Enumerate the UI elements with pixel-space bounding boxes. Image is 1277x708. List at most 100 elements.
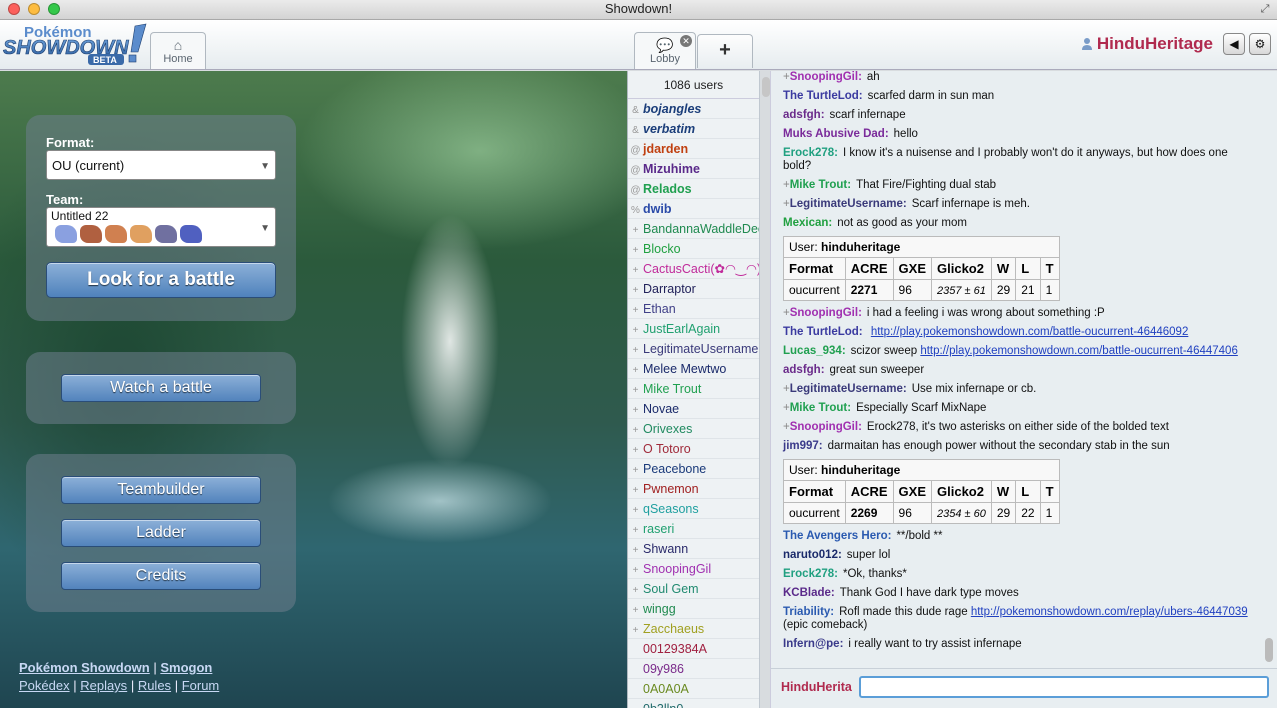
forum-link[interactable]: Forum bbox=[182, 678, 220, 693]
zoom-window-button[interactable] bbox=[48, 3, 60, 15]
user-name: Mike Trout bbox=[643, 382, 702, 396]
user-list-item[interactable]: + JustEarlAgain bbox=[628, 319, 759, 339]
user-list-item[interactable]: + Pwnemon bbox=[628, 479, 759, 499]
user-name: Relados bbox=[643, 182, 692, 196]
chat-user-name[interactable]: adsfgh: bbox=[783, 364, 825, 376]
format-value: OU (current) bbox=[52, 158, 125, 173]
user-list-item[interactable]: + Shwann bbox=[628, 539, 759, 559]
user-list-item[interactable]: + Melee Mewtwo bbox=[628, 359, 759, 379]
user-list-item[interactable]: + Blocko bbox=[628, 239, 759, 259]
user-list-item[interactable]: + Orivexes bbox=[628, 419, 759, 439]
user-list-item[interactable]: + Ethan bbox=[628, 299, 759, 319]
close-window-button[interactable] bbox=[8, 3, 20, 15]
showdown-logo[interactable]: Pokémon SHOWDOWN BETA bbox=[2, 22, 148, 66]
user-rank: + bbox=[632, 465, 639, 476]
new-tab-button[interactable]: + bbox=[697, 34, 753, 68]
user-list-item[interactable]: + Zacchaeus bbox=[628, 619, 759, 639]
fullscreen-icon[interactable]: ⤢ bbox=[1259, 3, 1271, 15]
chat-scrollbar[interactable] bbox=[1265, 638, 1273, 662]
tab-home[interactable]: ⌂ Home bbox=[150, 32, 206, 69]
username-button[interactable]: HinduHeritage bbox=[1097, 34, 1213, 54]
user-list-item[interactable]: + Mike Trout bbox=[628, 379, 759, 399]
pokemon-showdown-link[interactable]: Pokémon Showdown bbox=[19, 660, 150, 675]
user-name: Peacebone bbox=[643, 462, 707, 476]
chat-link[interactable]: http://play.pokemonshowdown.com/battle-o… bbox=[920, 345, 1238, 357]
sound-button[interactable]: ◀ bbox=[1223, 33, 1245, 55]
user-list-item[interactable]: 0b3lln0 bbox=[628, 699, 759, 708]
userlist-scrollbar[interactable] bbox=[762, 77, 770, 97]
format-select[interactable]: OU (current) ▼ bbox=[46, 150, 276, 180]
chat-user-name[interactable]: naruto012: bbox=[783, 549, 842, 561]
chat-user-name[interactable]: LegitimateUsername: bbox=[790, 198, 907, 210]
user-list-item[interactable]: & bojangles bbox=[628, 99, 759, 119]
user-list-item[interactable]: + raseri bbox=[628, 519, 759, 539]
smogon-link[interactable]: Smogon bbox=[160, 660, 212, 675]
user-list-item[interactable]: + Novae bbox=[628, 399, 759, 419]
user-list-item[interactable]: @ Relados bbox=[628, 179, 759, 199]
rating-cell-value: oucurrent bbox=[789, 506, 840, 520]
user-list-item[interactable]: @ Mizuhime bbox=[628, 159, 759, 179]
chat-user-name[interactable]: SnoopingGil: bbox=[790, 421, 862, 433]
chat-message-input[interactable] bbox=[859, 676, 1269, 698]
user-list-item[interactable]: + Peacebone bbox=[628, 459, 759, 479]
ladder-button[interactable]: Ladder bbox=[61, 519, 261, 547]
user-name: Shwann bbox=[643, 542, 689, 556]
chat-user-name[interactable]: adsfgh: bbox=[783, 109, 825, 121]
user-list-item[interactable]: % dwib bbox=[628, 199, 759, 219]
user-list-item[interactable]: 09y986 bbox=[628, 659, 759, 679]
user-list-item[interactable]: + wingg bbox=[628, 599, 759, 619]
main-menu-panel: Format: OU (current) ▼ Team: Untitled 22… bbox=[0, 71, 627, 708]
user-list-item[interactable]: + qSeasons bbox=[628, 499, 759, 519]
chat-user-name[interactable]: Triability: bbox=[783, 606, 834, 618]
replays-link[interactable]: Replays bbox=[80, 678, 127, 693]
user-name: bojangles bbox=[643, 102, 702, 116]
chat-user-name[interactable]: Muks Abusive Dad: bbox=[783, 128, 889, 140]
rating-cell: 29 bbox=[990, 279, 1017, 301]
user-list-item[interactable]: + BandannaWaddleDee bbox=[628, 219, 759, 239]
chat-link[interactable]: http://play.pokemonshowdown.com/battle-o… bbox=[871, 326, 1189, 338]
chat-user-name[interactable]: The Avengers Hero: bbox=[783, 530, 891, 542]
chat-user-name[interactable]: The TurtleLod: bbox=[783, 326, 863, 338]
user-rank: + bbox=[783, 179, 790, 191]
tab-lobby[interactable]: 💬 Lobby ✕ bbox=[634, 32, 696, 69]
chat-username[interactable]: HinduHerita bbox=[781, 680, 852, 694]
user-list-item[interactable]: + SnoopingGil bbox=[628, 559, 759, 579]
chat-user-name[interactable]: The TurtleLod: bbox=[783, 90, 863, 102]
rules-link[interactable]: Rules bbox=[138, 678, 171, 693]
chat-user-name[interactable]: Infern@pe: bbox=[783, 638, 843, 650]
user-list-item[interactable]: + Darraptor bbox=[628, 279, 759, 299]
rating-header: W bbox=[990, 480, 1017, 503]
user-list-item[interactable]: + Soul Gem bbox=[628, 579, 759, 599]
user-list-item[interactable]: 0A0A0A bbox=[628, 679, 759, 699]
chat-user-name[interactable]: SnoopingGil: bbox=[790, 307, 862, 319]
look-for-battle-button[interactable]: Look for a battle bbox=[46, 262, 276, 298]
chat-user-name[interactable]: LegitimateUsername: bbox=[790, 383, 907, 395]
chat-user-name[interactable]: Erock278: bbox=[783, 147, 838, 159]
user-list-item[interactable]: + LegitimateUsername bbox=[628, 339, 759, 359]
chat-user-name[interactable]: Mike Trout: bbox=[790, 179, 851, 191]
user-rank: @ bbox=[630, 165, 641, 176]
teambuilder-button[interactable]: Teambuilder bbox=[61, 476, 261, 504]
user-list-item[interactable]: 00129384A bbox=[628, 639, 759, 659]
chat-user-name[interactable]: Mike Trout: bbox=[790, 402, 851, 414]
minimize-window-button[interactable] bbox=[28, 3, 40, 15]
chat-user-name[interactable]: Mexican: bbox=[783, 217, 832, 229]
user-list-item[interactable]: + CactusCacti(✿◠‿◠) bbox=[628, 259, 759, 279]
chat-user-name[interactable]: SnoopingGil: bbox=[790, 71, 862, 83]
watch-battle-button[interactable]: Watch a battle bbox=[61, 374, 261, 402]
chat-user-name[interactable]: jim997: bbox=[783, 440, 823, 452]
credits-button[interactable]: Credits bbox=[61, 562, 261, 590]
user-list-item[interactable]: @ jdarden bbox=[628, 139, 759, 159]
chat-link[interactable]: http://pokemonshowdown.com/replay/ubers-… bbox=[971, 606, 1248, 618]
chat-user-name[interactable]: Erock278: bbox=[783, 568, 838, 580]
team-select[interactable]: Untitled 22 ▼ bbox=[46, 207, 276, 247]
user-list-item[interactable]: + O Totoro bbox=[628, 439, 759, 459]
chat-message-text: Thank God I have dark type moves bbox=[839, 587, 1019, 599]
chat-user-name[interactable]: Lucas_934: bbox=[783, 345, 846, 357]
settings-button[interactable]: ⚙ bbox=[1249, 33, 1271, 55]
close-icon[interactable]: ✕ bbox=[680, 35, 692, 47]
chat-user-name[interactable]: KCBlade: bbox=[783, 587, 835, 599]
pokedex-link[interactable]: Pokédex bbox=[19, 678, 70, 693]
user-list-item[interactable]: & verbatim bbox=[628, 119, 759, 139]
rating-user-label: User: bbox=[789, 463, 818, 477]
